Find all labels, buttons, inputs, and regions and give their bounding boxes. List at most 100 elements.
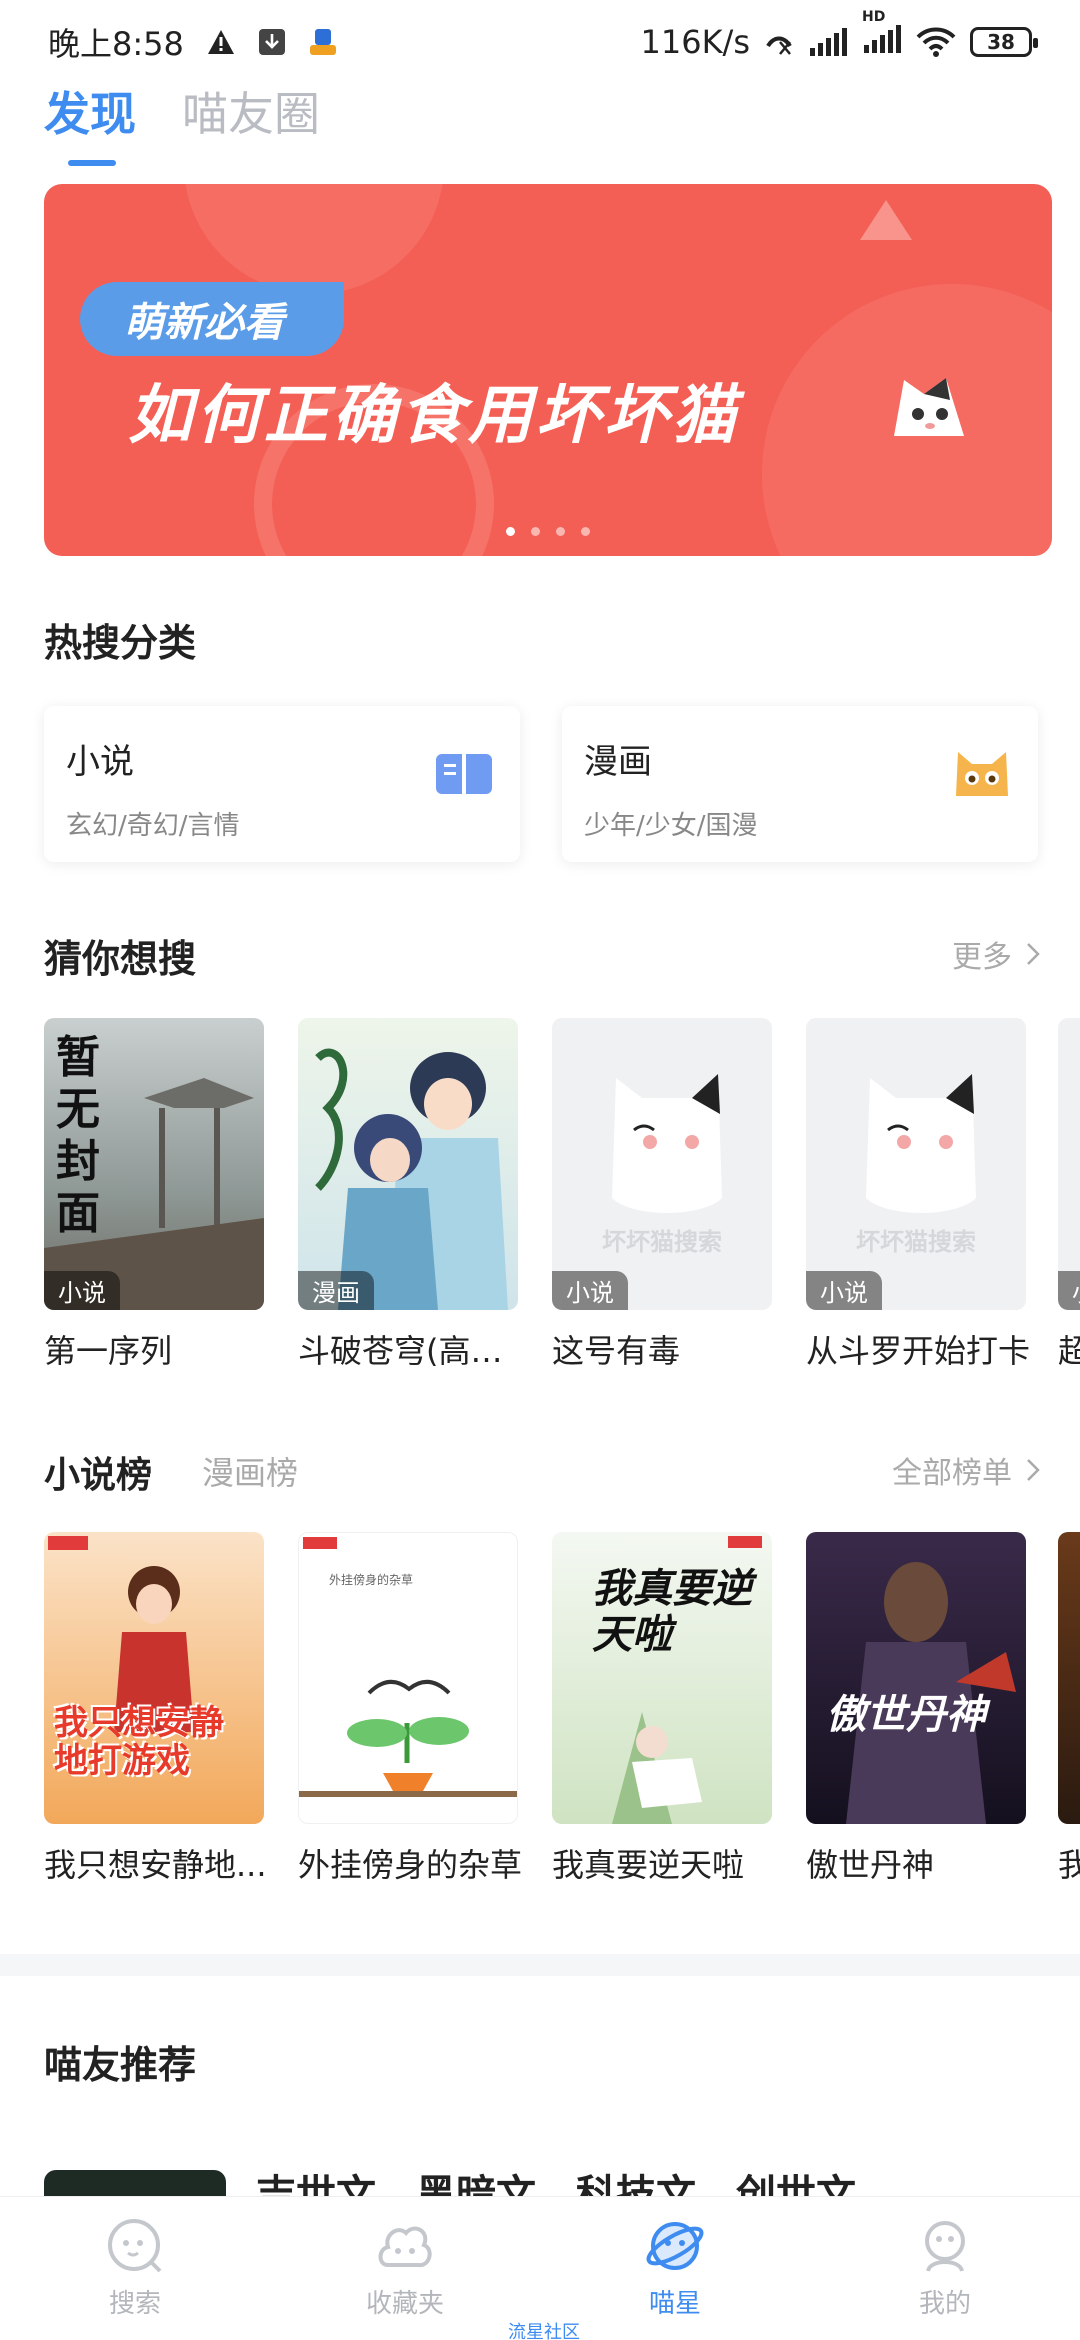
book-cover: 外挂傍身的杂草 (298, 1532, 518, 1824)
hd-label: HD (862, 9, 886, 25)
book-icon (436, 754, 492, 794)
banner-title: 如何正确食用坏坏猫 (128, 379, 740, 453)
top-tabs: 发现 喵友圈 (44, 78, 320, 174)
book-cover (1058, 1532, 1080, 1824)
book-cover: 我真要逆天啦 (552, 1532, 772, 1824)
chevron-right-icon (1027, 1459, 1040, 1481)
tab-discover[interactable]: 发现 (44, 78, 136, 174)
category-subtitle: 少年/少女/国漫 (584, 811, 758, 841)
cover-illustration (315, 1048, 508, 1310)
book-title: 我真要逆天啦 (552, 1846, 745, 1884)
nav-profile[interactable]: 我的 (810, 2197, 1080, 2340)
book-card[interactable]: 我 (1058, 1532, 1080, 1886)
book-card[interactable]: 漫画 斗破苍穹(高清... (298, 1018, 528, 1372)
download-icon (258, 29, 285, 55)
book-cover: 小 (1058, 1018, 1080, 1310)
category-card-novel[interactable]: 小说 玄幻/奇幻/言情 (44, 706, 520, 862)
book-type-badge: 小说 (806, 1271, 882, 1310)
nav-search[interactable]: 搜索 (0, 2197, 270, 2340)
battery-icon: 38 (970, 27, 1038, 57)
pager-dot[interactable] (506, 527, 515, 536)
banner-decoration (860, 200, 912, 240)
book-card[interactable]: 傲世丹神 傲世丹神 (806, 1532, 1026, 1886)
pager-dot[interactable] (556, 527, 565, 536)
book-cover: 漫画 (298, 1018, 518, 1310)
cover-illustration (846, 1562, 1016, 1824)
call-off-icon (766, 36, 792, 55)
book-type-badge: 漫画 (298, 1271, 374, 1310)
more-label: 更多 (952, 940, 1012, 975)
book-card[interactable]: 我真要逆天啦 我真要逆天啦 (552, 1532, 772, 1886)
nav-meow-planet[interactable]: 喵星 (540, 2197, 810, 2340)
no-cover-text: 暂无封面 (56, 1032, 100, 1239)
book-type-badge: 小说 (44, 1271, 120, 1310)
signal-hd-icon (864, 25, 901, 53)
more-label: 全部榜单 (892, 1456, 1012, 1491)
pal-recommend-title: 喵友推荐 (44, 2043, 197, 2087)
banner-tag: 萌新必看 (80, 282, 344, 356)
placeholder-watermark: 坏坏猫搜索 (856, 1228, 976, 1256)
hot-categories-title: 热搜分类 (44, 621, 197, 665)
book-title: 第一序列 (44, 1332, 173, 1370)
cover-title-text: 外挂傍身的杂草 (329, 1573, 414, 1587)
book-title: 外挂傍身的杂草 (298, 1846, 523, 1884)
placeholder-cat-icon (612, 1074, 722, 1213)
book-card[interactable]: 坏坏猫搜索 小说 这号有毒 (552, 1018, 772, 1372)
pager-dot[interactable] (581, 527, 590, 536)
favorites-icon (378, 2226, 432, 2268)
book-card[interactable]: 我只想安静地打游戏 我只想安静地... (44, 1532, 267, 1886)
cover-title-text: 傲世丹神 (826, 1692, 986, 1738)
book-card[interactable]: 暂无封面 小说 第一序列 (44, 1018, 264, 1372)
tab-pal-circle[interactable]: 喵友圈 (182, 78, 320, 174)
book-cover: 坏坏猫搜索 小说 (552, 1018, 772, 1310)
nav-label: 搜索 (108, 2289, 161, 2319)
cat-face-icon (956, 752, 1008, 796)
battery-level: 38 (987, 30, 1015, 54)
wifi-icon (916, 27, 956, 57)
book-card[interactable]: 外挂傍身的杂草 外挂傍身的杂草 (298, 1532, 522, 1886)
profile-icon (925, 2221, 965, 2272)
book-title: 从斗罗开始打卡 (806, 1332, 1031, 1370)
pager-dot[interactable] (531, 527, 540, 536)
net-speed: 116K/s (640, 23, 750, 61)
placeholder-watermark: 坏坏猫搜索 (602, 1228, 722, 1256)
nav-label: 喵星 (648, 2289, 701, 2319)
book-cover: 坏坏猫搜索 小说 (806, 1018, 1026, 1310)
book-cover: 暂无封面 小说 (44, 1018, 264, 1310)
cat-mascot-icon (894, 378, 964, 436)
guess-more-link[interactable]: 更多 (952, 932, 1040, 976)
tab-novel-ranking[interactable]: 小说榜 (44, 1446, 152, 1498)
banner-decoration (184, 184, 444, 294)
nav-label: 我的 (918, 2289, 971, 2319)
tab-comic-ranking[interactable]: 漫画榜 (202, 1448, 298, 1494)
status-bar: 晚上8:58 116K/s HD 38 (0, 0, 1080, 84)
book-title: 这号有毒 (552, 1332, 681, 1370)
cover-title-text: 我真要逆天啦 (592, 1566, 752, 1658)
book-card[interactable]: 小 超 (1058, 1018, 1080, 1372)
nav-label: 收藏夹 (365, 2289, 444, 2319)
book-type-badge: 小 (1058, 1271, 1080, 1310)
book-card[interactable]: 坏坏猫搜索 小说 从斗罗开始打卡 (806, 1018, 1030, 1372)
nav-sub-label: 流星社区 (508, 2322, 580, 2340)
section-divider (0, 1954, 1080, 1976)
guess-section-title: 猜你想搜 (44, 937, 197, 981)
cover-title-text: 我只想安静地打游戏 (54, 1703, 224, 1781)
book-title: 超 (1058, 1326, 1080, 1372)
category-card-comic[interactable]: 漫画 少年/少女/国漫 (562, 706, 1038, 862)
category-subtitle: 玄幻/奇幻/言情 (66, 811, 240, 841)
all-rankings-link[interactable]: 全部榜单 (892, 1448, 1040, 1492)
chevron-right-icon (1027, 943, 1040, 965)
book-cover: 傲世丹神 (806, 1532, 1026, 1824)
book-title: 傲世丹神 (806, 1846, 935, 1884)
banner-carousel[interactable]: 萌新必看 如何正确食用坏坏猫 (44, 184, 1052, 556)
app-notification-icon (309, 29, 336, 55)
warning-icon (207, 30, 234, 54)
book-cover: 我只想安静地打游戏 (44, 1532, 264, 1824)
placeholder-cat-icon (866, 1074, 976, 1213)
signal-icon (810, 28, 847, 56)
book-title: 斗破苍穹(高清... (298, 1332, 528, 1370)
banner-pager (44, 527, 1052, 536)
book-type-badge: 小说 (552, 1271, 628, 1310)
book-title: 我只想安静地... (44, 1846, 267, 1884)
nav-favorites[interactable]: 收藏夹 (270, 2197, 540, 2340)
